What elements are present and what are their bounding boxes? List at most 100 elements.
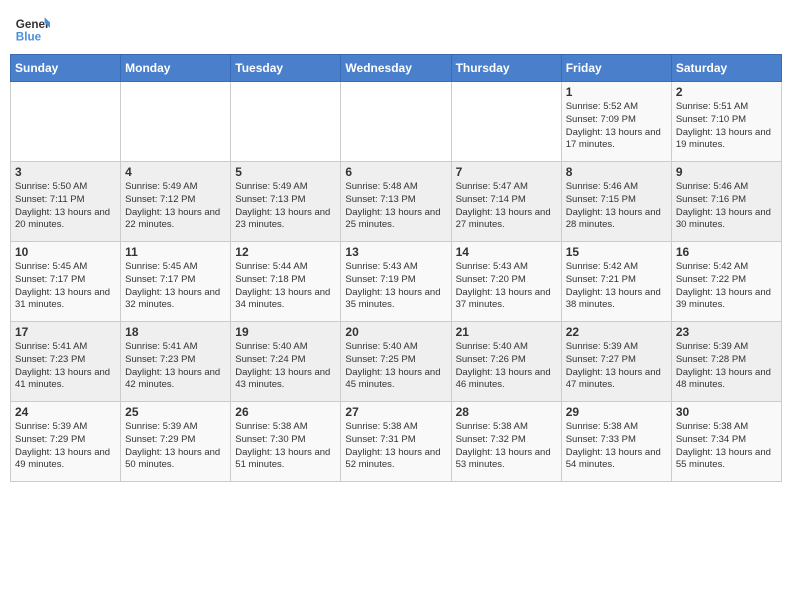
- day-info: Sunrise: 5:49 AMSunset: 7:13 PMDaylight:…: [235, 181, 336, 232]
- day-cell: 25 Sunrise: 5:39 AMSunset: 7:29 PMDayligh…: [121, 402, 231, 482]
- day-info: Sunrise: 5:42 AMSunset: 7:22 PMDaylight:…: [676, 261, 777, 312]
- day-cell: 8 Sunrise: 5:46 AMSunset: 7:15 PMDaylight…: [561, 162, 671, 242]
- day-cell: 16 Sunrise: 5:42 AMSunset: 7:22 PMDayligh…: [671, 242, 781, 322]
- day-cell: [341, 82, 451, 162]
- day-info: Sunrise: 5:44 AMSunset: 7:18 PMDaylight:…: [235, 261, 336, 312]
- weekday-tuesday: Tuesday: [231, 55, 341, 82]
- day-info: Sunrise: 5:39 AMSunset: 7:29 PMDaylight:…: [125, 421, 226, 472]
- day-number: 2: [676, 85, 777, 99]
- day-number: 25: [125, 405, 226, 419]
- day-number: 7: [456, 165, 557, 179]
- day-info: Sunrise: 5:38 AMSunset: 7:31 PMDaylight:…: [345, 421, 446, 472]
- logo-icon: General Blue: [14, 10, 50, 46]
- day-info: Sunrise: 5:38 AMSunset: 7:34 PMDaylight:…: [676, 421, 777, 472]
- day-number: 30: [676, 405, 777, 419]
- day-info: Sunrise: 5:41 AMSunset: 7:23 PMDaylight:…: [15, 341, 116, 392]
- day-cell: 4 Sunrise: 5:49 AMSunset: 7:12 PMDaylight…: [121, 162, 231, 242]
- day-info: Sunrise: 5:48 AMSunset: 7:13 PMDaylight:…: [345, 181, 446, 232]
- day-cell: 27Sunrise: 5:38 AMSunset: 7:31 PMDayligh…: [341, 402, 451, 482]
- day-info: Sunrise: 5:52 AMSunset: 7:09 PMDaylight:…: [566, 101, 667, 152]
- day-number: 8: [566, 165, 667, 179]
- weekday-header-row: SundayMondayTuesdayWednesdayThursdayFrid…: [11, 55, 782, 82]
- day-number: 26: [235, 405, 336, 419]
- day-number: 14: [456, 245, 557, 259]
- day-cell: 13 Sunrise: 5:43 AMSunset: 7:19 PMDayligh…: [341, 242, 451, 322]
- day-number: 24: [15, 405, 116, 419]
- day-info: Sunrise: 5:45 AMSunset: 7:17 PMDaylight:…: [15, 261, 116, 312]
- day-info: Sunrise: 5:40 AMSunset: 7:24 PMDaylight:…: [235, 341, 336, 392]
- day-number: 20: [345, 325, 446, 339]
- weekday-friday: Friday: [561, 55, 671, 82]
- day-info: Sunrise: 5:43 AMSunset: 7:20 PMDaylight:…: [456, 261, 557, 312]
- day-cell: 30 Sunrise: 5:38 AMSunset: 7:34 PMDayligh…: [671, 402, 781, 482]
- day-info: Sunrise: 5:49 AMSunset: 7:12 PMDaylight:…: [125, 181, 226, 232]
- day-number: 13: [345, 245, 446, 259]
- day-cell: 2 Sunrise: 5:51 AMSunset: 7:10 PMDaylight…: [671, 82, 781, 162]
- day-cell: 12 Sunrise: 5:44 AMSunset: 7:18 PMDayligh…: [231, 242, 341, 322]
- day-info: Sunrise: 5:46 AMSunset: 7:16 PMDaylight:…: [676, 181, 777, 232]
- day-cell: 20 Sunrise: 5:40 AMSunset: 7:25 PMDayligh…: [341, 322, 451, 402]
- day-info: Sunrise: 5:39 AMSunset: 7:27 PMDaylight:…: [566, 341, 667, 392]
- week-row-4: 17Sunrise: 5:41 AMSunset: 7:23 PMDayligh…: [11, 322, 782, 402]
- day-info: Sunrise: 5:40 AMSunset: 7:25 PMDaylight:…: [345, 341, 446, 392]
- day-cell: 14 Sunrise: 5:43 AMSunset: 7:20 PMDayligh…: [451, 242, 561, 322]
- day-info: Sunrise: 5:38 AMSunset: 7:32 PMDaylight:…: [456, 421, 557, 472]
- day-cell: 21 Sunrise: 5:40 AMSunset: 7:26 PMDayligh…: [451, 322, 561, 402]
- day-number: 16: [676, 245, 777, 259]
- day-cell: 5 Sunrise: 5:49 AMSunset: 7:13 PMDaylight…: [231, 162, 341, 242]
- day-number: 9: [676, 165, 777, 179]
- day-cell: 6Sunrise: 5:48 AMSunset: 7:13 PMDaylight…: [341, 162, 451, 242]
- week-row-2: 3 Sunrise: 5:50 AMSunset: 7:11 PMDaylight…: [11, 162, 782, 242]
- day-number: 21: [456, 325, 557, 339]
- day-info: Sunrise: 5:47 AMSunset: 7:14 PMDaylight:…: [456, 181, 557, 232]
- day-cell: 9 Sunrise: 5:46 AMSunset: 7:16 PMDaylight…: [671, 162, 781, 242]
- day-cell: 18 Sunrise: 5:41 AMSunset: 7:23 PMDayligh…: [121, 322, 231, 402]
- day-cell: [231, 82, 341, 162]
- day-cell: 15Sunrise: 5:42 AMSunset: 7:21 PMDayligh…: [561, 242, 671, 322]
- weekday-saturday: Saturday: [671, 55, 781, 82]
- day-info: Sunrise: 5:40 AMSunset: 7:26 PMDaylight:…: [456, 341, 557, 392]
- day-number: 1: [566, 85, 667, 99]
- day-info: Sunrise: 5:38 AMSunset: 7:33 PMDaylight:…: [566, 421, 667, 472]
- svg-text:Blue: Blue: [16, 31, 42, 44]
- day-cell: 1 Sunrise: 5:52 AMSunset: 7:09 PMDaylight…: [561, 82, 671, 162]
- day-cell: 22Sunrise: 5:39 AMSunset: 7:27 PMDayligh…: [561, 322, 671, 402]
- day-number: 5: [235, 165, 336, 179]
- calendar-body: 1 Sunrise: 5:52 AMSunset: 7:09 PMDaylight…: [11, 82, 782, 482]
- week-row-3: 10 Sunrise: 5:45 AMSunset: 7:17 PMDayligh…: [11, 242, 782, 322]
- day-cell: 29 Sunrise: 5:38 AMSunset: 7:33 PMDayligh…: [561, 402, 671, 482]
- day-info: Sunrise: 5:46 AMSunset: 7:15 PMDaylight:…: [566, 181, 667, 232]
- weekday-thursday: Thursday: [451, 55, 561, 82]
- day-info: Sunrise: 5:50 AMSunset: 7:11 PMDaylight:…: [15, 181, 116, 232]
- day-info: Sunrise: 5:38 AMSunset: 7:30 PMDaylight:…: [235, 421, 336, 472]
- day-number: 4: [125, 165, 226, 179]
- day-number: 29: [566, 405, 667, 419]
- day-info: Sunrise: 5:41 AMSunset: 7:23 PMDaylight:…: [125, 341, 226, 392]
- logo: General Blue: [14, 10, 50, 46]
- day-cell: 17Sunrise: 5:41 AMSunset: 7:23 PMDayligh…: [11, 322, 121, 402]
- day-cell: [11, 82, 121, 162]
- day-number: 12: [235, 245, 336, 259]
- page-header: General Blue: [10, 10, 782, 46]
- day-cell: 7 Sunrise: 5:47 AMSunset: 7:14 PMDaylight…: [451, 162, 561, 242]
- day-info: Sunrise: 5:39 AMSunset: 7:29 PMDaylight:…: [15, 421, 116, 472]
- day-number: 18: [125, 325, 226, 339]
- day-number: 10: [15, 245, 116, 259]
- week-row-5: 24 Sunrise: 5:39 AMSunset: 7:29 PMDayligh…: [11, 402, 782, 482]
- day-info: Sunrise: 5:39 AMSunset: 7:28 PMDaylight:…: [676, 341, 777, 392]
- day-number: 3: [15, 165, 116, 179]
- day-info: Sunrise: 5:45 AMSunset: 7:17 PMDaylight:…: [125, 261, 226, 312]
- day-cell: 3 Sunrise: 5:50 AMSunset: 7:11 PMDaylight…: [11, 162, 121, 242]
- day-info: Sunrise: 5:51 AMSunset: 7:10 PMDaylight:…: [676, 101, 777, 152]
- day-number: 11: [125, 245, 226, 259]
- week-row-1: 1 Sunrise: 5:52 AMSunset: 7:09 PMDaylight…: [11, 82, 782, 162]
- weekday-monday: Monday: [121, 55, 231, 82]
- day-cell: [451, 82, 561, 162]
- day-number: 28: [456, 405, 557, 419]
- day-number: 15: [566, 245, 667, 259]
- day-cell: 23Sunrise: 5:39 AMSunset: 7:28 PMDayligh…: [671, 322, 781, 402]
- day-cell: 19Sunrise: 5:40 AMSunset: 7:24 PMDayligh…: [231, 322, 341, 402]
- weekday-sunday: Sunday: [11, 55, 121, 82]
- day-cell: 10 Sunrise: 5:45 AMSunset: 7:17 PMDayligh…: [11, 242, 121, 322]
- day-info: Sunrise: 5:43 AMSunset: 7:19 PMDaylight:…: [345, 261, 446, 312]
